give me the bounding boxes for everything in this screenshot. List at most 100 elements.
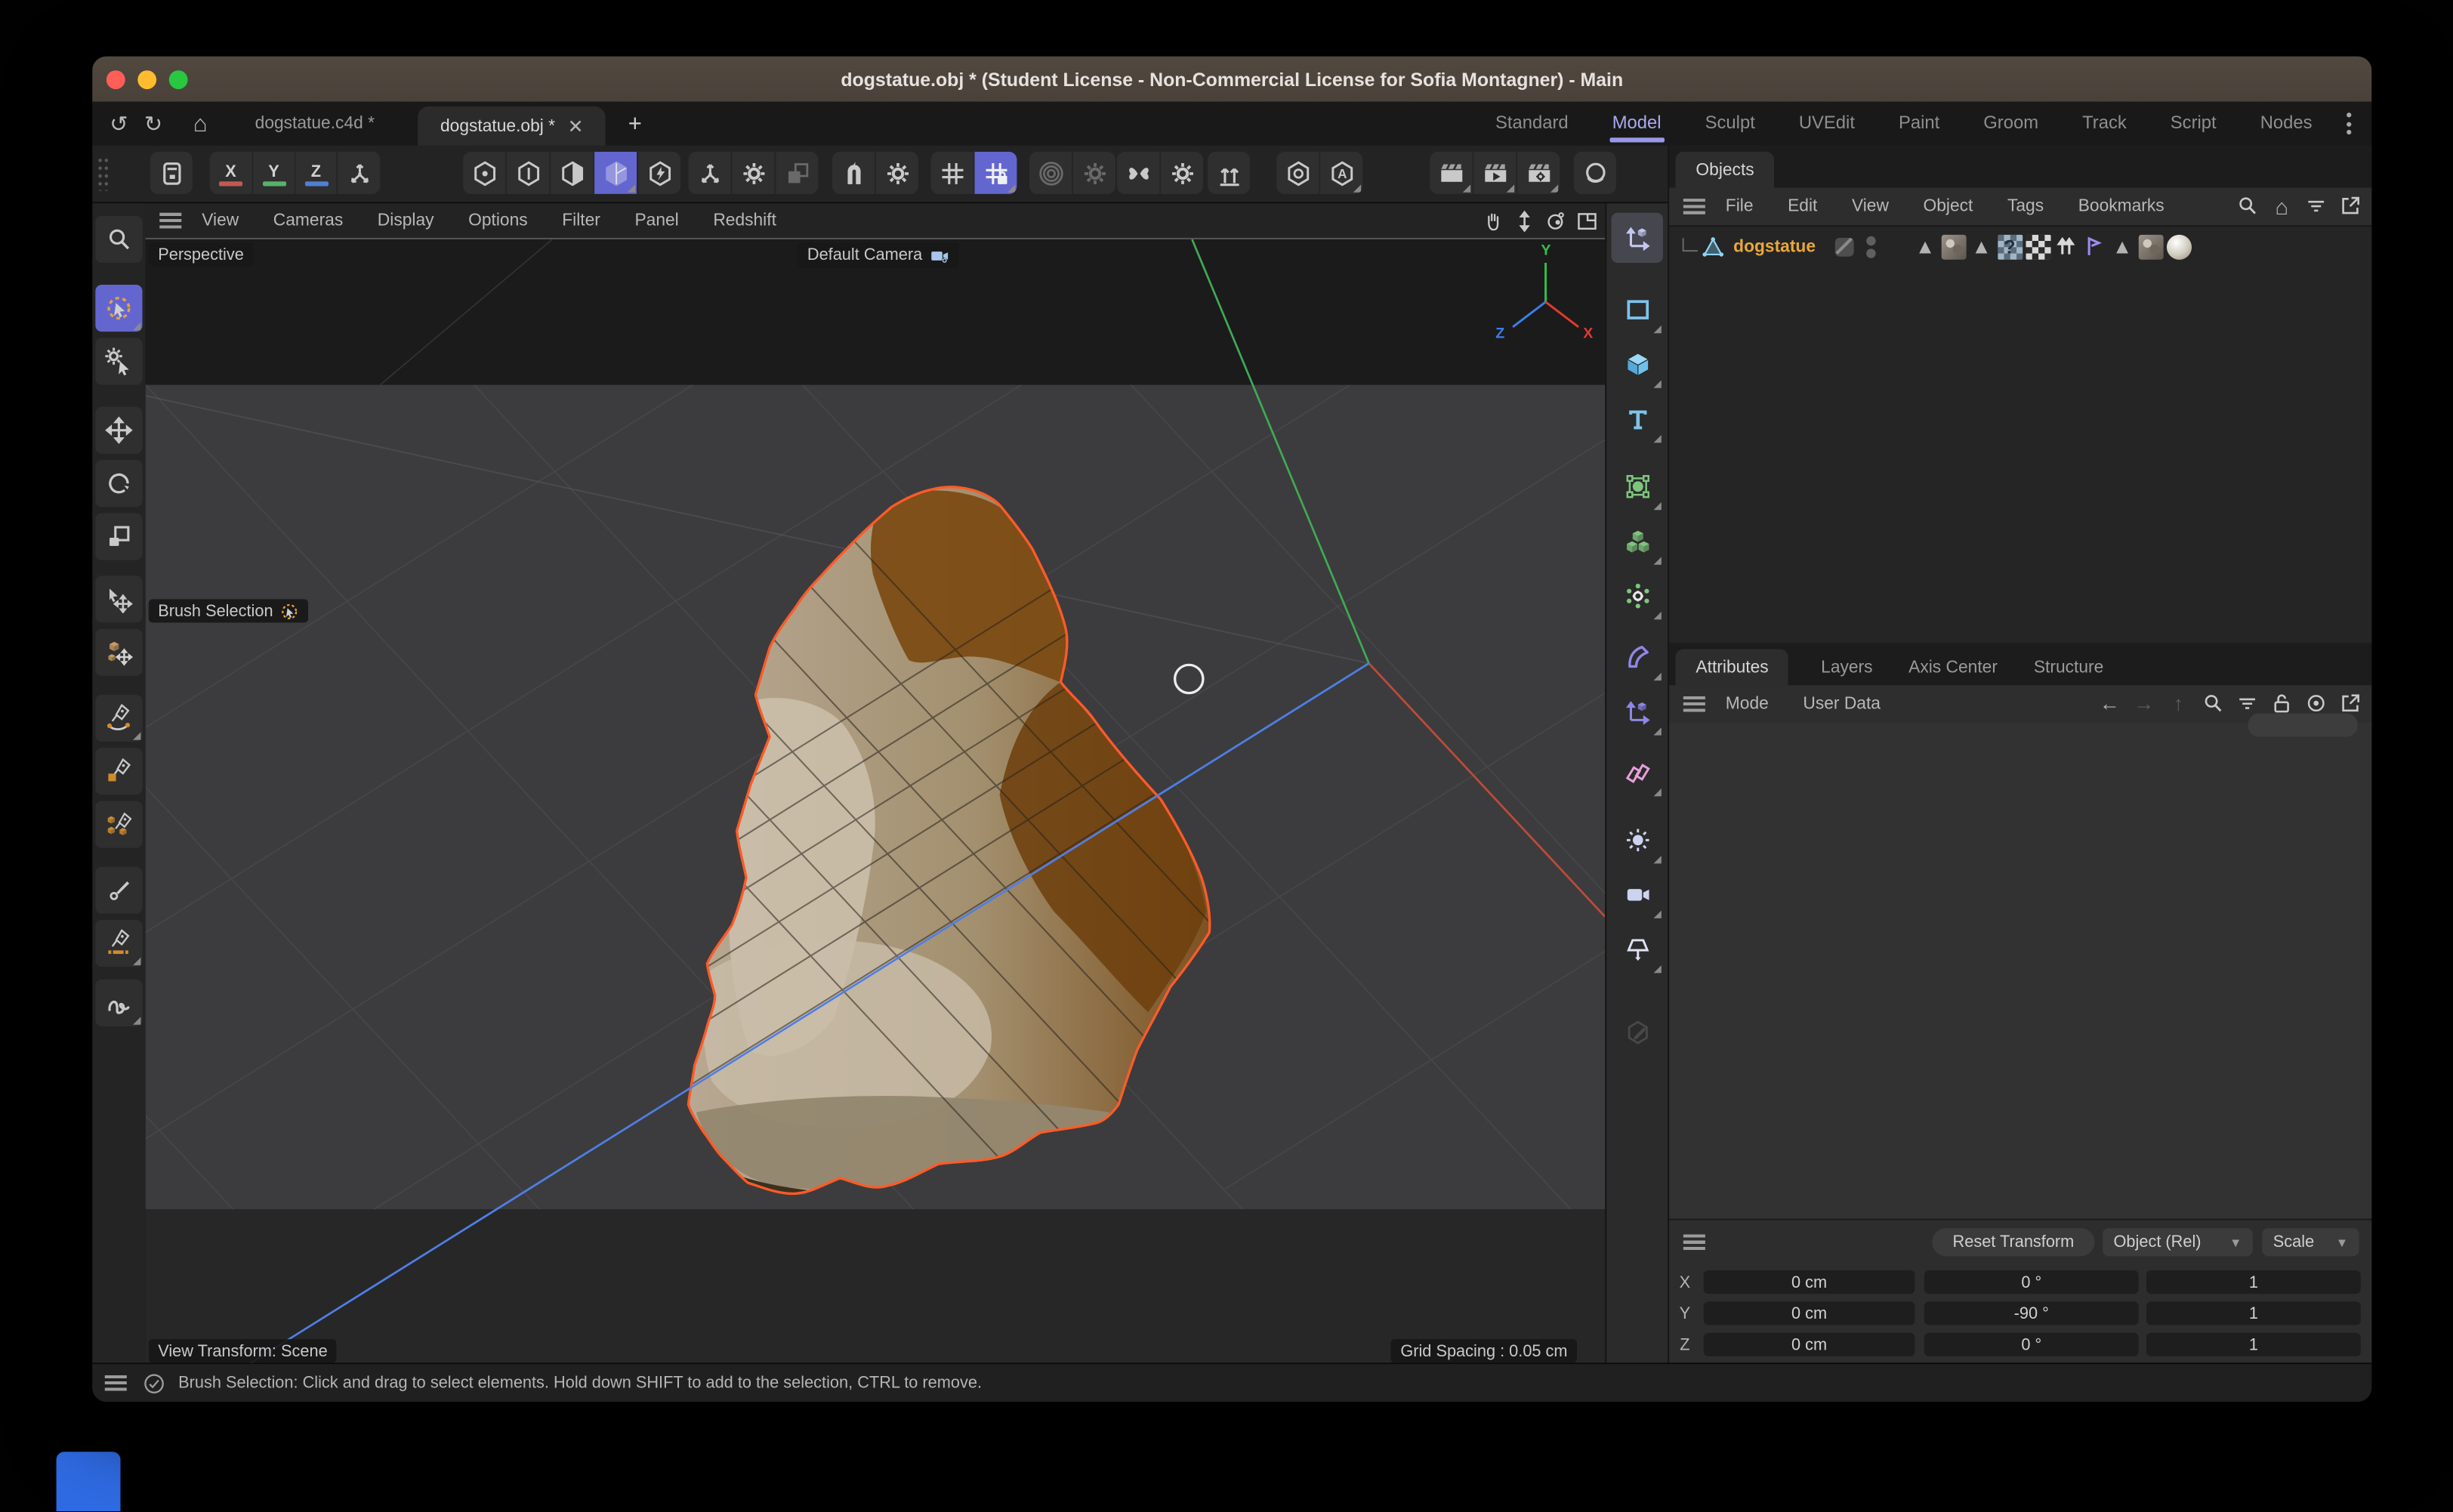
layer-toggle-icon[interactable]	[1834, 237, 1853, 256]
more-layouts-icon[interactable]	[2337, 108, 2359, 139]
object-row-dogstatue[interactable]: dogstatue ▲ ▲ ? ▲	[1669, 230, 2371, 264]
x-axis-toggle[interactable]: X	[210, 152, 252, 194]
objects-menu-bookmarks[interactable]: Bookmarks	[2061, 197, 2182, 216]
doc-tab-dogstatue-obj[interactable]: dogstatue.obj * ✕	[418, 106, 605, 146]
undock-icon[interactable]	[2337, 193, 2364, 219]
orbit-icon[interactable]	[1542, 208, 1567, 233]
knife-tool-button[interactable]	[95, 920, 142, 967]
objects-menu-tags[interactable]: Tags	[1990, 197, 2061, 216]
symmetry-tag-icon[interactable]	[2053, 234, 2078, 259]
y-axis-toggle[interactable]: Y	[252, 152, 295, 194]
undock-icon[interactable]	[2337, 690, 2364, 717]
material-editor-button[interactable]	[1612, 1007, 1663, 1057]
layout-tab-model[interactable]: Model	[1591, 102, 1683, 146]
quantize-lock-button[interactable]	[973, 152, 1017, 194]
rotation-z-field[interactable]: 0 °	[1924, 1333, 2139, 1356]
position-x-field[interactable]: 0 cm	[1704, 1270, 1915, 1294]
viewport-menu-view[interactable]: View	[184, 211, 256, 230]
modeling-settings-button[interactable]	[1276, 152, 1319, 194]
default-camera-label[interactable]: Default Camera	[798, 242, 958, 267]
viewport-menu-redshift[interactable]: Redshift	[696, 211, 794, 230]
subdivision-surface-button[interactable]	[1612, 461, 1663, 511]
home-icon[interactable]: ⌂	[183, 102, 218, 146]
filter-icon[interactable]	[2234, 690, 2260, 717]
pen-cubes-tool-button[interactable]	[95, 801, 142, 848]
scale-tool-button[interactable]	[95, 513, 142, 560]
reset-transform-button[interactable]: Reset Transform	[1932, 1228, 2094, 1256]
quantize-button[interactable]	[931, 152, 973, 194]
attributes-menu-user-data[interactable]: User Data	[1786, 695, 1898, 714]
layout-tab-groom[interactable]: Groom	[1961, 102, 2060, 146]
render-picture-viewer-button[interactable]	[1472, 152, 1516, 194]
close-window-button[interactable]	[106, 69, 125, 88]
viewport-menu-icon[interactable]	[159, 213, 181, 229]
objects-menu-object[interactable]: Object	[1906, 197, 1990, 216]
z-axis-toggle[interactable]: Z	[294, 152, 336, 194]
falloff-settings-button[interactable]	[1072, 152, 1115, 194]
toolbar-grip[interactable]	[97, 156, 108, 191]
annotation-button[interactable]	[1319, 152, 1362, 194]
tab-structure[interactable]: Structure	[2013, 650, 2124, 686]
object-name[interactable]: dogstatue	[1733, 237, 1816, 256]
objects-menu-view[interactable]: View	[1834, 197, 1906, 216]
rotation-x-field[interactable]: 0 °	[1924, 1270, 2139, 1294]
tweak-selection-tool-button[interactable]	[95, 338, 142, 384]
objects-menu-edit[interactable]: Edit	[1770, 197, 1834, 216]
rotation-y-field[interactable]: -90 °	[1924, 1301, 2139, 1325]
filter-icon[interactable]	[2303, 193, 2329, 219]
zoom-window-button[interactable]	[169, 69, 188, 88]
back-arrow-icon[interactable]: ←	[2097, 690, 2123, 717]
cloner-button[interactable]	[1612, 571, 1663, 621]
snap-button[interactable]	[832, 152, 875, 194]
text-object-button[interactable]	[1612, 394, 1663, 444]
tab-objects[interactable]: Objects	[1676, 152, 1775, 188]
paint-brush-tool-button[interactable]	[95, 867, 142, 914]
undo-icon[interactable]: ↺	[102, 102, 137, 146]
volume-builder-button[interactable]	[1612, 517, 1663, 566]
camera-button[interactable]	[1612, 870, 1663, 920]
normals-tag-icon[interactable]	[2081, 234, 2106, 259]
forward-arrow-icon[interactable]: →	[2131, 690, 2157, 717]
brush-selection-tool-button[interactable]	[95, 285, 142, 332]
close-tab-icon[interactable]: ✕	[568, 115, 584, 137]
scale-x-field[interactable]: 1	[2146, 1270, 2361, 1294]
defeature-mode-button[interactable]	[637, 152, 680, 194]
viewport-menu-cameras[interactable]: Cameras	[256, 211, 360, 230]
dock-item[interactable]	[57, 1452, 121, 1511]
viewport-canvas[interactable]: Y Z X Perspective Default Camera Brush S…	[146, 238, 1606, 1368]
uvw-tag-icon[interactable]	[2026, 234, 2050, 259]
up-arrow-icon[interactable]: ↑	[2165, 690, 2192, 717]
tab-attributes[interactable]: Attributes	[1676, 650, 1789, 686]
search-icon[interactable]	[2199, 690, 2226, 717]
lock-icon[interactable]	[2269, 690, 2295, 717]
layout-tab-uvedit[interactable]: UVEdit	[1777, 102, 1877, 146]
extrude-axis-button[interactable]	[1208, 152, 1250, 194]
spline-pen-tool-button[interactable]	[95, 695, 142, 742]
viewport-menu-panel[interactable]: Panel	[618, 211, 696, 230]
viewport-menu-filter[interactable]: Filter	[545, 211, 617, 230]
spline-rectangle-button[interactable]	[1612, 285, 1663, 335]
layout-tab-nodes[interactable]: Nodes	[2239, 102, 2334, 146]
tab-axis-center[interactable]: Axis Center	[1888, 650, 2018, 686]
render-view-button[interactable]	[1430, 152, 1472, 194]
select-move-tool-button[interactable]	[95, 575, 142, 622]
model-mode-button[interactable]	[593, 152, 637, 194]
layout-tab-track[interactable]: Track	[2060, 102, 2149, 146]
symmetry-settings-button[interactable]	[1159, 152, 1203, 194]
material-tag-icon[interactable]	[2166, 234, 2191, 259]
phong-tag-icon[interactable]: ▲	[1912, 234, 1937, 259]
falloff-button[interactable]	[1029, 152, 1072, 194]
workplane-settings-button[interactable]	[730, 152, 774, 194]
render-settings-button[interactable]	[1516, 152, 1560, 194]
fields-button[interactable]	[1612, 748, 1663, 798]
viewport-menu-options[interactable]: Options	[451, 211, 545, 230]
axis-workplane-button[interactable]	[1612, 687, 1663, 736]
axis-lock-button[interactable]	[336, 152, 380, 194]
titlebar[interactable]: dogstatue.obj * (Student License - Non-C…	[92, 57, 2371, 102]
scale-y-field[interactable]: 1	[2146, 1301, 2361, 1325]
polygons-mode-button[interactable]	[549, 152, 593, 194]
status-menu-icon[interactable]	[105, 1375, 127, 1391]
redo-icon[interactable]: ↻	[136, 102, 171, 146]
stage-button[interactable]	[1612, 924, 1663, 974]
new-tab-button[interactable]: +	[615, 102, 656, 146]
